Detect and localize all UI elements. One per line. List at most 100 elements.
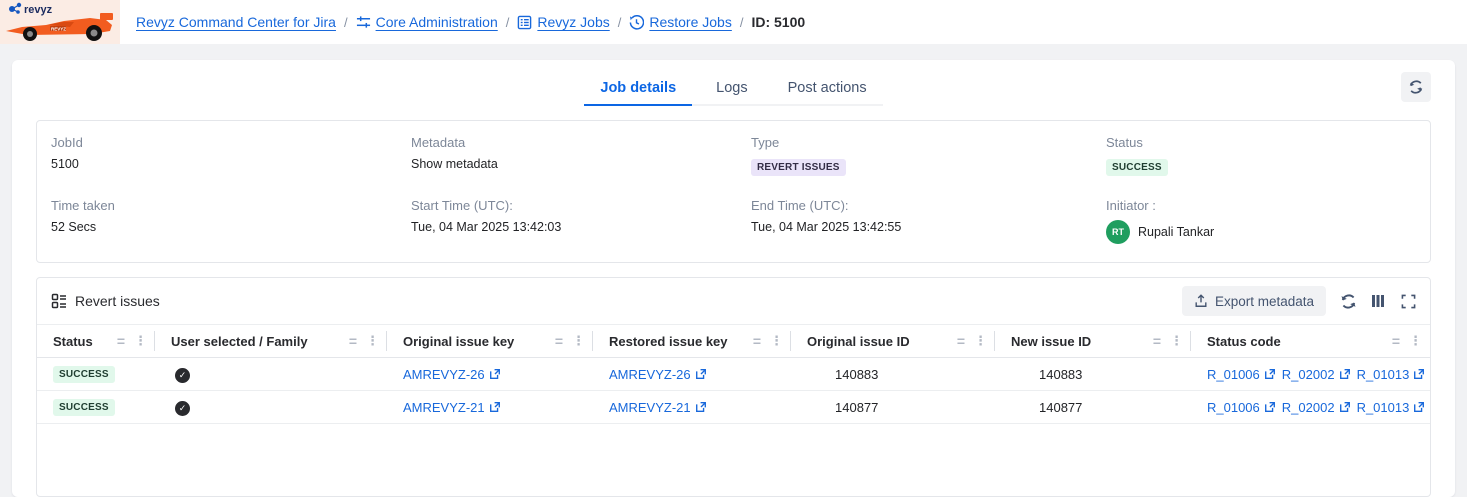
col-header-restored-issue-key[interactable]: Restored issue key=⋮: [593, 325, 791, 358]
column-menu-icon[interactable]: ⋮: [1170, 333, 1183, 349]
col-header-new-issue-id[interactable]: New issue ID=⋮: [995, 325, 1191, 358]
revert-issues-panel: Revert issues Export metadata: [36, 277, 1431, 497]
field-end-time: End Time (UTC): Tue, 04 Mar 2025 13:42:5…: [751, 198, 1106, 244]
status-code-link[interactable]: R_01013: [1357, 400, 1426, 415]
status-code-link[interactable]: R_01006: [1207, 400, 1276, 415]
status-code-link[interactable]: R_01006: [1207, 367, 1276, 382]
start-time-value: Tue, 04 Mar 2025 13:42:03: [411, 220, 751, 234]
status-code-link[interactable]: R_01013: [1357, 367, 1426, 382]
status-code-link[interactable]: R_02002: [1282, 367, 1351, 382]
status-cell: SUCCESS: [37, 391, 155, 424]
new-issue-id-cell: 140877: [995, 391, 1191, 424]
svg-text:REVYZ: REVYZ: [51, 27, 66, 32]
revyz-racecar-logo-icon: revyz REVYZ: [4, 1, 116, 43]
tab-post-actions[interactable]: Post actions: [772, 74, 883, 106]
jobs-list-icon: [517, 15, 532, 30]
column-resize-handle[interactable]: =: [957, 333, 964, 349]
end-time-value: Tue, 04 Mar 2025 13:42:55: [751, 220, 1106, 234]
restored-issue-key-cell: AMREVYZ-21: [593, 391, 791, 424]
tab-logs[interactable]: Logs: [700, 74, 763, 106]
col-header-status[interactable]: Status=⋮: [37, 325, 155, 358]
original-issue-key-cell: AMREVYZ-21: [387, 391, 593, 424]
field-status: Status SUCCESS: [1106, 135, 1416, 176]
export-metadata-button[interactable]: Export metadata: [1182, 286, 1326, 316]
column-menu-icon[interactable]: ⋮: [572, 333, 585, 349]
tab-group: Job details Logs Post actions: [584, 74, 882, 106]
fullscreen-button[interactable]: [1401, 294, 1416, 309]
status-code-cell: R_01006 R_02002 R_01013 R_: [1191, 391, 1430, 424]
tab-job-details[interactable]: Job details: [584, 74, 692, 106]
page-body: Job details Logs Post actions JobId 5100: [0, 44, 1467, 497]
external-link-icon: [489, 401, 501, 413]
row-status-badge: SUCCESS: [53, 399, 115, 416]
original-issue-key-link[interactable]: AMREVYZ-26: [403, 367, 501, 382]
user-selected-cell: ✓: [155, 391, 387, 424]
column-menu-icon[interactable]: ⋮: [770, 333, 783, 349]
external-link-icon: [695, 368, 707, 380]
initiator-avatar[interactable]: RT: [1106, 220, 1130, 244]
restored-issue-key-link[interactable]: AMREVYZ-21: [609, 400, 707, 415]
restored-issue-key-link[interactable]: AMREVYZ-26: [609, 367, 707, 382]
breadcrumb-revyz-jobs-link[interactable]: Revyz Jobs: [517, 14, 609, 30]
revyz-logo[interactable]: revyz REVYZ: [0, 0, 120, 44]
table-row: SUCCESS ✓ AMREVYZ-26 AMREVYZ-26 140883 1…: [37, 358, 1430, 391]
col-header-user-selected[interactable]: User selected / Family=⋮: [155, 325, 387, 358]
column-resize-handle[interactable]: =: [117, 333, 124, 349]
status-code-link[interactable]: R_02002: [1282, 400, 1351, 415]
column-resize-handle[interactable]: =: [349, 333, 356, 349]
column-menu-icon[interactable]: ⋮: [1409, 333, 1422, 349]
column-resize-handle[interactable]: =: [1392, 333, 1399, 349]
column-resize-handle[interactable]: =: [1153, 333, 1160, 349]
breadcrumb-app-link[interactable]: Revyz Command Center for Jira: [136, 14, 336, 30]
type-badge: REVERT ISSUES: [751, 159, 846, 176]
column-settings-button[interactable]: [1371, 293, 1387, 309]
tabs-row: Job details Logs Post actions: [36, 74, 1431, 106]
fullscreen-expand-icon: [1401, 294, 1416, 309]
column-menu-icon[interactable]: ⋮: [134, 333, 147, 349]
column-resize-handle[interactable]: =: [753, 333, 760, 349]
breadcrumb-separator: /: [344, 15, 348, 30]
revert-issues-title-text: Revert issues: [75, 293, 160, 309]
start-time-label: Start Time (UTC):: [411, 198, 751, 213]
job-summary-panel: JobId 5100 Metadata Show metadata Type R…: [36, 120, 1431, 263]
original-issue-key-link[interactable]: AMREVYZ-21: [403, 400, 501, 415]
status-cell: SUCCESS: [37, 358, 155, 391]
col-header-status-code[interactable]: Status code=⋮: [1191, 325, 1430, 358]
field-metadata: Metadata Show metadata: [411, 135, 751, 176]
revert-issues-table: Status=⋮ User selected / Family=⋮ Origin…: [37, 324, 1430, 424]
column-resize-handle[interactable]: =: [555, 333, 562, 349]
field-job-id: JobId 5100: [51, 135, 411, 176]
col-header-original-issue-key[interactable]: Original issue key=⋮: [387, 325, 593, 358]
job-id-value: 5100: [51, 157, 411, 171]
export-metadata-label: Export metadata: [1215, 294, 1314, 309]
time-taken-value: 52 Secs: [51, 220, 411, 234]
breadcrumb-separator: /: [506, 15, 510, 30]
status-code-cell: R_01006 R_02002 R_01013: [1191, 358, 1430, 391]
initiator-label: Initiator :: [1106, 198, 1416, 213]
column-menu-icon[interactable]: ⋮: [974, 333, 987, 349]
refresh-page-button[interactable]: [1401, 72, 1431, 102]
breadcrumb-restore-jobs-link[interactable]: Restore Jobs: [629, 14, 731, 30]
refresh-table-button[interactable]: [1340, 293, 1357, 310]
time-taken-label: Time taken: [51, 198, 411, 213]
type-label: Type: [751, 135, 1106, 150]
external-link-icon: [1339, 401, 1351, 413]
col-header-original-issue-id[interactable]: Original issue ID=⋮: [791, 325, 995, 358]
new-issue-id-cell: 140883: [995, 358, 1191, 391]
app-header: revyz REVYZ Revyz Command Center for Jir…: [0, 0, 1467, 44]
job-id-label: JobId: [51, 135, 411, 150]
column-menu-icon[interactable]: ⋮: [366, 333, 379, 349]
breadcrumb: Revyz Command Center for Jira / Core Adm…: [136, 14, 805, 30]
breadcrumb-core-administration-link[interactable]: Core Administration: [356, 14, 498, 30]
refresh-icon: [1408, 79, 1424, 95]
external-link-icon: [1264, 368, 1276, 380]
revert-issues-title: Revert issues: [51, 293, 160, 309]
refresh-icon: [1340, 293, 1357, 310]
field-start-time: Start Time (UTC): Tue, 04 Mar 2025 13:42…: [411, 198, 751, 244]
end-time-label: End Time (UTC):: [751, 198, 1106, 213]
original-issue-id-cell: 140877: [791, 391, 995, 424]
external-link-icon: [1264, 401, 1276, 413]
table-actions: Export metadata: [1182, 286, 1416, 316]
show-metadata-button[interactable]: Show metadata: [411, 157, 751, 171]
check-circle-icon: ✓: [175, 368, 190, 383]
